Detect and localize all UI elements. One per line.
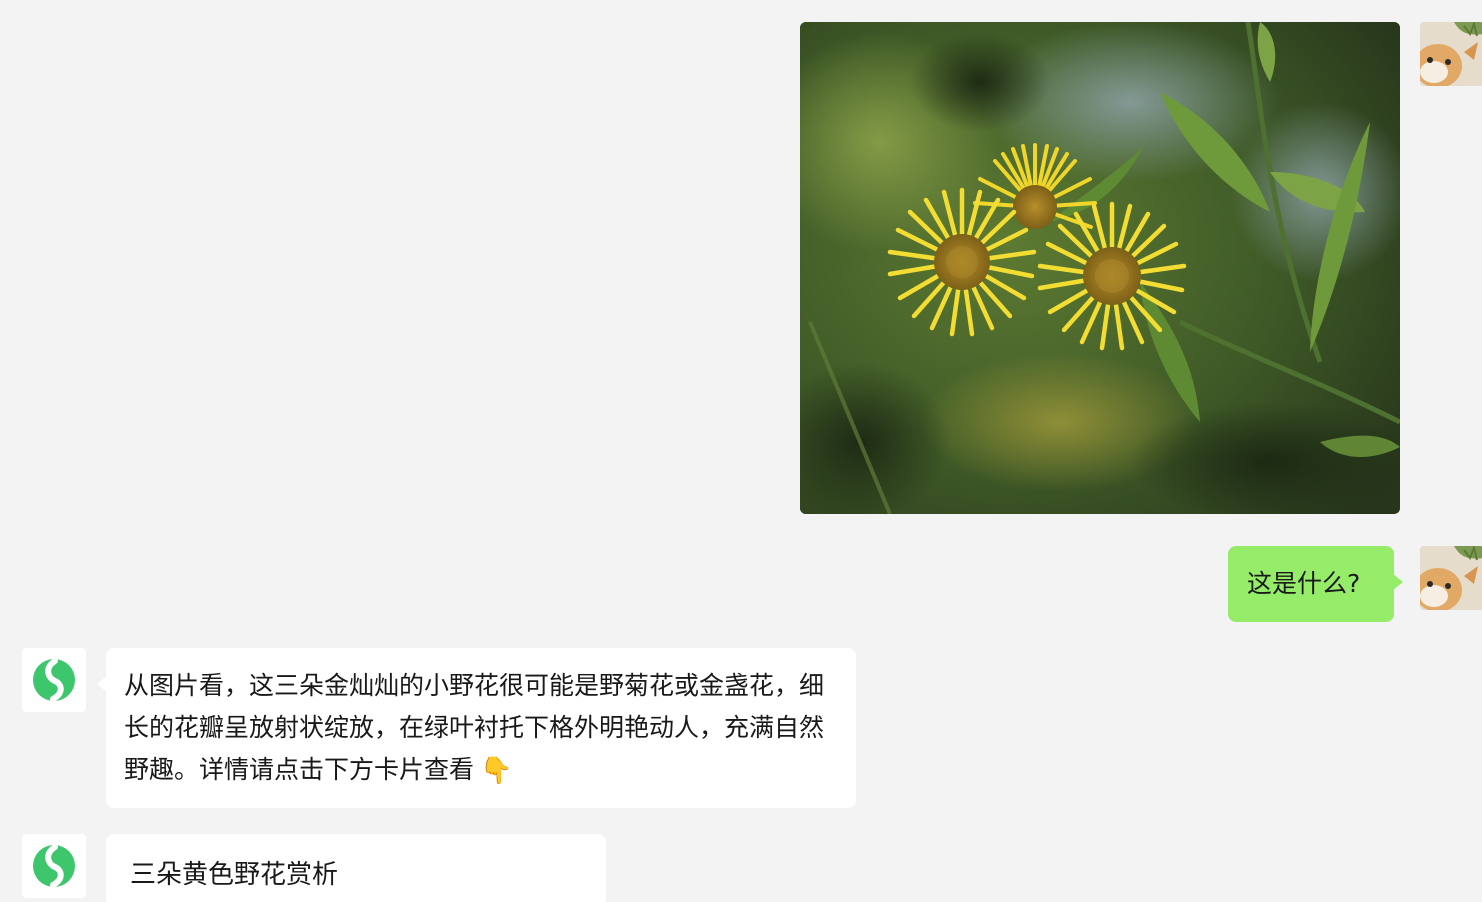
chat-window: 这是什么? 从图片看，这三朵金灿灿的小野花很可能是野菊花或金盏花，细长的花瓣呈放… — [0, 0, 1482, 902]
cat-avatar-icon — [1420, 22, 1482, 86]
green-swirl-logo-icon — [33, 844, 75, 888]
user-avatar[interactable] — [1420, 546, 1482, 610]
photo-message[interactable] — [800, 22, 1400, 514]
bot-avatar[interactable] — [22, 648, 86, 712]
bot-avatar[interactable] — [22, 834, 86, 898]
user-message-text: 这是什么? — [1247, 569, 1361, 598]
pointing-down-icon: 👇 — [480, 756, 513, 786]
bot-message-text: 从图片看，这三朵金灿灿的小野花很可能是野菊花或金盏花，细长的花瓣呈放射状绽放，在… — [124, 671, 825, 784]
user-message-bubble[interactable]: 这是什么? — [1228, 546, 1403, 622]
card-title: 三朵黄色野花赏析 — [130, 860, 339, 890]
cat-avatar-icon — [1420, 546, 1482, 610]
bot-message-bubble[interactable]: 从图片看，这三朵金灿灿的小野花很可能是野菊花或金盏花，细长的花瓣呈放射状绽放，在… — [97, 648, 856, 808]
green-swirl-logo-icon — [33, 658, 75, 702]
info-card[interactable]: 三朵黄色野花赏析 — [106, 834, 606, 902]
user-avatar[interactable] — [1420, 22, 1482, 86]
yellow-flowers-photo — [800, 22, 1400, 514]
